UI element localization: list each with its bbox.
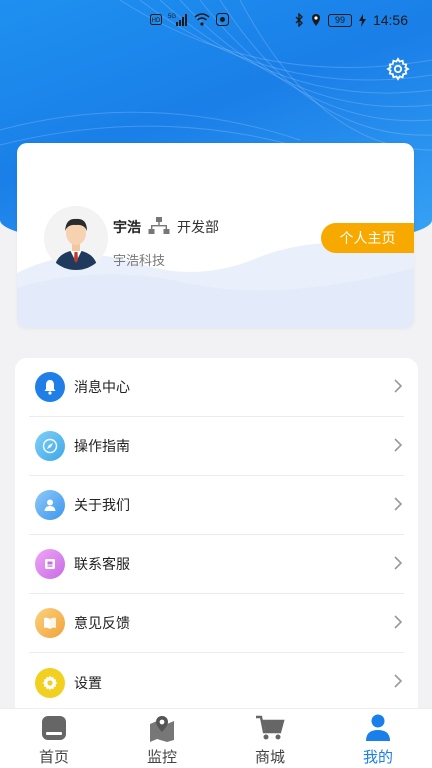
nav-label: 我的 xyxy=(362,748,393,766)
chevron-right-icon xyxy=(394,438,403,452)
map-pin-icon xyxy=(147,713,177,743)
menu-label: 设置 xyxy=(74,675,102,692)
menu-label: 操作指南 xyxy=(74,439,130,455)
compass-icon xyxy=(35,431,65,461)
gear-icon xyxy=(35,667,65,698)
menu-item-guide[interactable]: 操作指南 xyxy=(29,417,404,476)
5g-signal-icon: 5G xyxy=(168,14,187,26)
menu-label: 关于我们 xyxy=(74,498,130,514)
user-badge-icon xyxy=(35,490,65,520)
nav-monitor[interactable]: 监控 xyxy=(108,709,216,768)
menu-item-settings[interactable]: 设置 xyxy=(29,653,404,712)
wifi-icon xyxy=(194,12,210,26)
chevron-right-icon xyxy=(394,497,403,511)
chevron-right-icon xyxy=(394,556,403,570)
menu-card: 消息中心 操作指南 关于我们 联系客服 意见反馈 设置 xyxy=(15,358,418,718)
status-time: 14:56 xyxy=(372,12,408,28)
avatar[interactable] xyxy=(44,206,108,270)
nav-label: 商城 xyxy=(254,748,285,766)
chevron-right-icon xyxy=(394,615,403,629)
bottom-navigation: 首页 监控 商城 我的 xyxy=(0,708,432,768)
cart-icon xyxy=(255,713,285,743)
battery-indicator: 99 xyxy=(327,13,352,27)
svg-text:5G: 5G xyxy=(168,14,176,20)
notification-icon xyxy=(216,12,229,26)
hd-icon: HD xyxy=(150,13,162,25)
department-label: 开发部 xyxy=(177,220,219,236)
home-icon xyxy=(39,713,69,743)
location-icon xyxy=(311,14,320,26)
status-bar: HD 5G 99 14:56 xyxy=(0,0,432,40)
svg-text:HD: HD xyxy=(152,18,161,24)
settings-gear-icon[interactable] xyxy=(386,57,410,81)
chevron-right-icon xyxy=(394,379,403,393)
menu-item-about[interactable]: 关于我们 xyxy=(29,476,404,535)
bell-icon xyxy=(35,372,65,402)
org-chart-icon xyxy=(148,217,170,234)
menu-item-customer-service[interactable]: 联系客服 xyxy=(29,535,404,594)
personal-homepage-button[interactable]: 个人主页 xyxy=(321,223,414,253)
status-left-icons: HD 5G xyxy=(150,12,229,26)
nav-label: 监控 xyxy=(146,748,177,766)
book-icon xyxy=(35,608,65,638)
profile-icon xyxy=(363,713,393,743)
menu-label: 消息中心 xyxy=(74,380,130,396)
chevron-right-icon xyxy=(394,674,403,688)
service-icon xyxy=(35,549,65,579)
menu-label: 联系客服 xyxy=(74,557,130,573)
menu-item-feedback[interactable]: 意见反馈 xyxy=(29,594,404,653)
bluetooth-icon xyxy=(295,13,303,27)
user-name: 宇浩 xyxy=(113,220,141,236)
menu-item-messages[interactable]: 消息中心 xyxy=(29,358,404,417)
nav-mine[interactable]: 我的 xyxy=(324,709,432,768)
nav-mall[interactable]: 商城 xyxy=(216,709,324,768)
menu-label: 意见反馈 xyxy=(74,616,130,632)
nav-home[interactable]: 首页 xyxy=(0,709,108,768)
charging-icon xyxy=(358,13,366,27)
nav-label: 首页 xyxy=(38,748,69,766)
status-right-icons: 99 14:56 xyxy=(295,12,408,28)
company-label: 宇浩科技 xyxy=(113,254,166,269)
